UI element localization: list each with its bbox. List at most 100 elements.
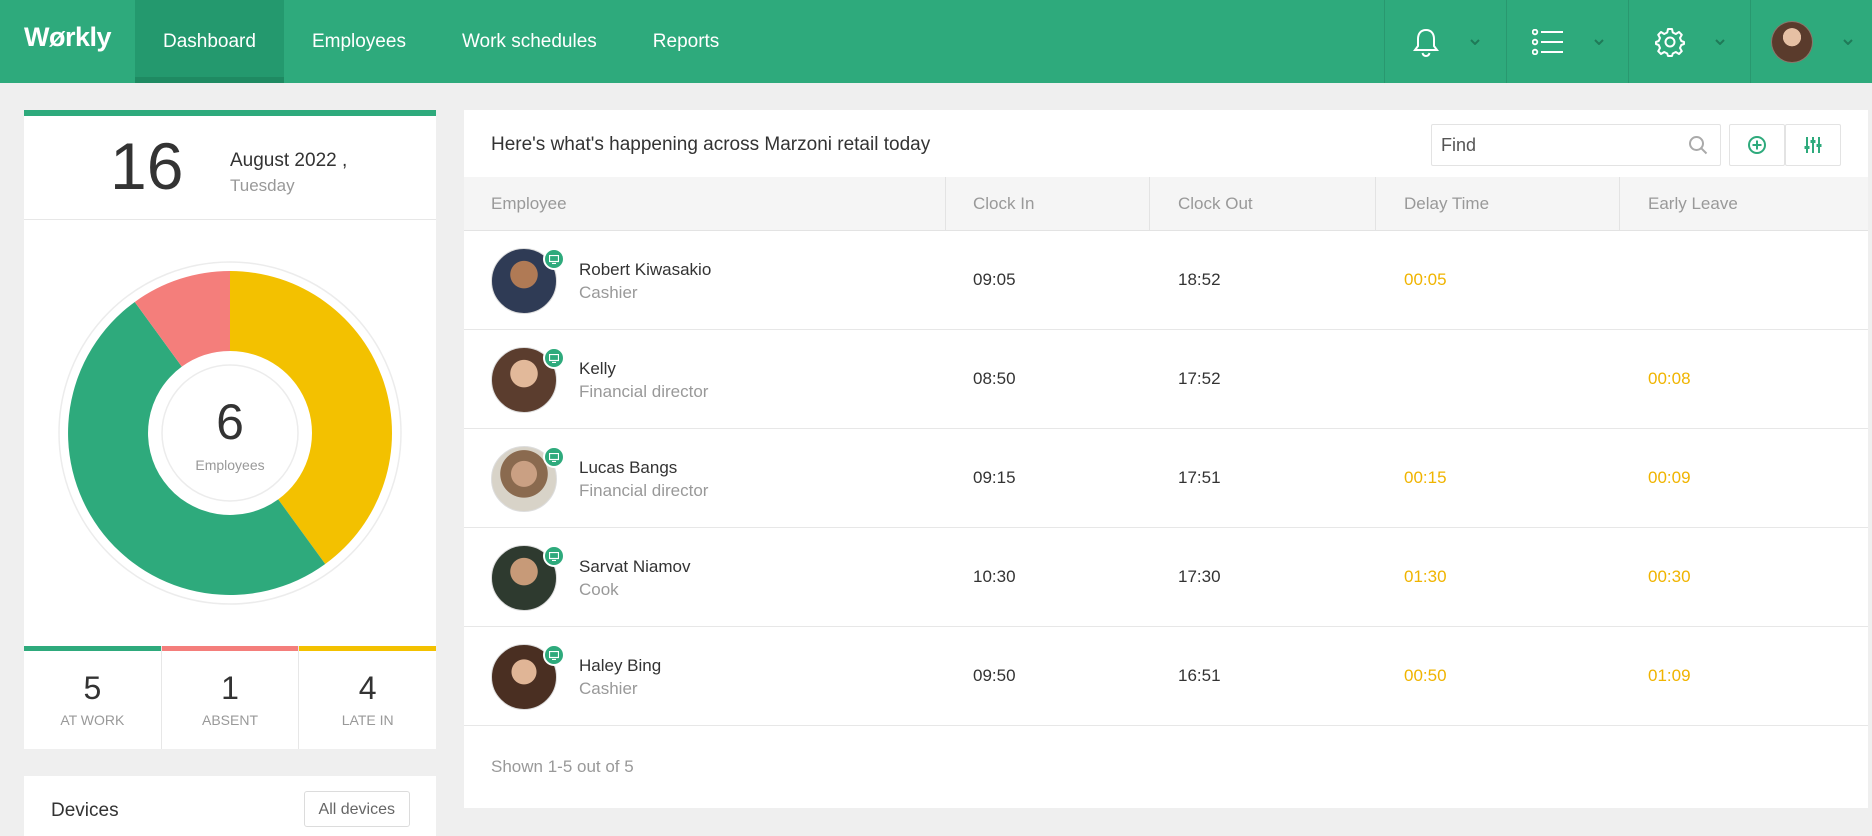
attendance-stats: 5 AT WORK 1 ABSENT 4 LATE IN [24, 646, 437, 749]
device-badge-icon [543, 644, 565, 666]
table-header: Employee Clock In Clock Out Delay Time E… [464, 177, 1868, 231]
plus-circle-icon [1748, 136, 1766, 154]
devices-card: Devices All devices [24, 776, 436, 836]
clock-out-time: 18:52 [1178, 270, 1221, 289]
clock-in-time: 10:30 [973, 567, 1016, 586]
search-box [1431, 124, 1721, 166]
nav-item-reports[interactable]: Reports [625, 0, 748, 83]
column-header-delay-time[interactable]: Delay Time [1404, 177, 1489, 231]
early-leave-time: 00:08 [1648, 369, 1691, 388]
column-divider [1619, 177, 1620, 231]
notifications-button[interactable] [1384, 0, 1506, 83]
delay-time: 01:30 [1404, 567, 1447, 586]
table-row[interactable]: Haley Bing Cashier 09:50 16:51 00:50 01:… [464, 627, 1868, 726]
attendance-table-card: Here's what's happening across Marzoni r… [464, 110, 1868, 808]
donut-total-label: Employees [195, 457, 265, 473]
table-row[interactable]: Lucas Bangs Financial director 09:15 17:… [464, 429, 1868, 528]
table-row[interactable]: Robert Kiwasakio Cashier 09:05 18:52 00:… [464, 231, 1868, 330]
bell-icon [1412, 28, 1439, 57]
stat-at-work-value: 5 [83, 670, 102, 706]
chevron-down-icon [1469, 38, 1480, 45]
chevron-down-icon [1714, 38, 1725, 45]
column-divider [945, 177, 946, 231]
stat-at-work-label: AT WORK [60, 712, 125, 728]
column-header-clock-out[interactable]: Clock Out [1178, 177, 1253, 231]
search-icon[interactable] [1688, 135, 1708, 155]
stat-at-work-bar [24, 646, 161, 651]
clock-in-time: 09:05 [973, 270, 1016, 289]
clock-out-time: 17:52 [1178, 369, 1221, 388]
nav-item-work-schedules[interactable]: Work schedules [434, 0, 625, 83]
clock-in-time: 09:15 [973, 468, 1016, 487]
table-row[interactable]: Sarvat Niamov Cook 10:30 17:30 01:30 00:… [464, 528, 1868, 627]
column-header-clock-in[interactable]: Clock In [973, 177, 1034, 231]
employee-role: Cashier [579, 679, 638, 698]
delay-time: 00:15 [1404, 468, 1447, 487]
column-header-early-leave[interactable]: Early Leave [1648, 177, 1738, 231]
date-card: 16 August 2022 , Tuesday [24, 110, 436, 220]
delay-time: 00:05 [1404, 270, 1447, 289]
attendance-donut-card: 6 Employees [24, 220, 436, 648]
devices-title: Devices [51, 800, 119, 821]
all-devices-button[interactable]: All devices [303, 791, 410, 827]
early-leave-time: 01:09 [1648, 666, 1691, 685]
employee-name[interactable]: Haley Bing [579, 656, 661, 676]
device-badge-icon [543, 446, 565, 468]
stat-absent[interactable]: 1 ABSENT [161, 646, 300, 749]
stat-absent-label: ABSENT [202, 712, 259, 728]
employee-role: Financial director [579, 481, 709, 500]
column-divider [1375, 177, 1376, 231]
user-menu-button[interactable] [1750, 0, 1872, 83]
stat-at-work[interactable]: 5 AT WORK [24, 646, 162, 749]
topbar-actions [1384, 0, 1872, 83]
date-month-year: August 2022 , [230, 150, 348, 171]
employee-role: Cook [579, 580, 619, 599]
early-leave-time: 00:30 [1648, 567, 1691, 586]
add-button[interactable] [1729, 124, 1785, 166]
donut-total: 6 [216, 394, 244, 450]
nav-item-dashboard[interactable]: Dashboard [135, 0, 284, 83]
device-badge-icon [543, 347, 565, 369]
clock-out-time: 16:51 [1178, 666, 1221, 685]
chevron-down-icon [1593, 38, 1604, 45]
employee-role: Financial director [579, 382, 709, 401]
stat-late-in-bar [299, 646, 437, 651]
gear-icon [1654, 27, 1685, 57]
employee-name[interactable]: Sarvat Niamov [579, 557, 690, 577]
employee-name[interactable]: Kelly [579, 359, 616, 379]
table-row[interactable]: Kelly Financial director 08:50 17:52 00:… [464, 330, 1868, 429]
tasks-list-button[interactable] [1506, 0, 1628, 83]
search-input[interactable] [1432, 125, 1690, 165]
top-navigation-bar: Wørkly Dashboard Employees Work schedule… [0, 0, 1872, 83]
page-title: Here's what's happening across Marzoni r… [491, 134, 931, 155]
sliders-icon [1804, 137, 1822, 153]
stat-absent-value: 1 [221, 670, 239, 706]
nav-item-employees[interactable]: Employees [284, 0, 434, 83]
stat-late-in-label: LATE IN [341, 712, 394, 728]
stat-absent-bar [161, 646, 299, 651]
employee-name[interactable]: Lucas Bangs [579, 458, 677, 478]
app-logo[interactable]: Wørkly [24, 22, 112, 53]
list-icon [1531, 28, 1563, 55]
employee-role: Cashier [579, 283, 638, 302]
main-nav: Dashboard Employees Work schedules Repor… [135, 0, 747, 83]
date-day: 16 [110, 129, 184, 203]
date-weekday: Tuesday [230, 176, 295, 195]
column-divider [1149, 177, 1150, 231]
clock-out-time: 17:30 [1178, 567, 1221, 586]
settings-button[interactable] [1628, 0, 1750, 83]
filter-button[interactable] [1785, 124, 1841, 166]
stat-late-in[interactable]: 4 LATE IN [299, 646, 437, 749]
avatar [1770, 20, 1813, 63]
column-header-employee[interactable]: Employee [491, 177, 567, 231]
stat-late-in-value: 4 [358, 670, 377, 706]
early-leave-time: 00:09 [1648, 468, 1691, 487]
chevron-down-icon [1842, 38, 1853, 45]
employee-name[interactable]: Robert Kiwasakio [579, 260, 711, 280]
clock-in-time: 08:50 [973, 369, 1016, 388]
clock-out-time: 17:51 [1178, 468, 1221, 487]
device-badge-icon [543, 248, 565, 270]
delay-time: 00:50 [1404, 666, 1447, 685]
clock-in-time: 09:50 [973, 666, 1016, 685]
device-badge-icon [543, 545, 565, 567]
